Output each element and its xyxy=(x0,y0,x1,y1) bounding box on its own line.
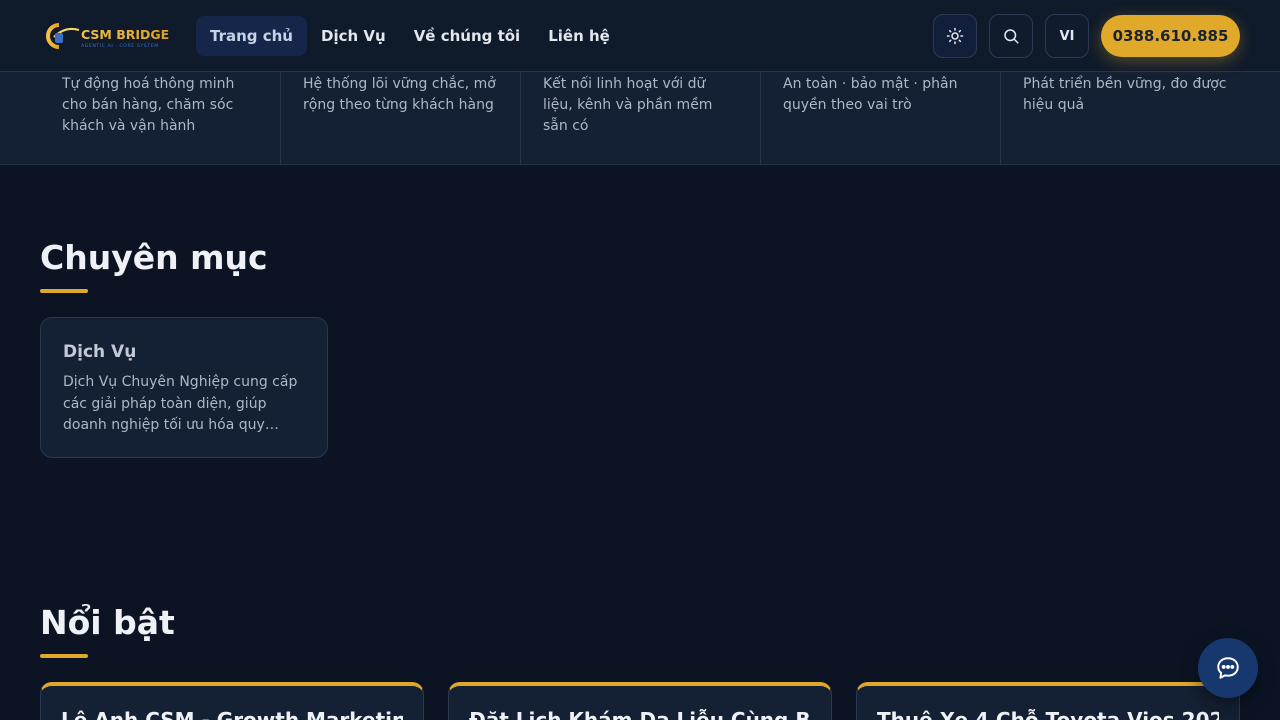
nav-item-about[interactable]: Về chúng tôi xyxy=(400,16,535,56)
post-card[interactable]: Đặt Lịch Khám Da Liễu Cùng Bác Sĩ xyxy=(448,682,832,720)
svg-text:AGENTIC AI · CORE SYSTEM: AGENTIC AI · CORE SYSTEM xyxy=(81,43,159,49)
chat-button[interactable] xyxy=(1198,638,1258,698)
section-underline xyxy=(40,289,88,293)
category-title: Dịch Vụ xyxy=(63,342,137,362)
search-button[interactable] xyxy=(989,14,1033,58)
featured-title: Nổi bật xyxy=(40,603,175,642)
feature-desc: Tự động hoá thông minh cho bán hàng, chă… xyxy=(62,76,235,134)
category-desc: Dịch Vụ Chuyên Nghiệp cung cấp các giải … xyxy=(63,374,298,433)
chat-bubble-icon xyxy=(1217,657,1239,679)
sun-icon xyxy=(946,27,964,45)
brand-logo[interactable]: CSM BRIDGE AGENTIC AI · CORE SYSTEM xyxy=(45,22,169,50)
feature-desc: An toàn · bảo mật · phân quyền theo vai … xyxy=(783,76,958,113)
section-underline xyxy=(40,654,88,658)
phone-call-button[interactable]: 0388.610.885 xyxy=(1101,15,1240,57)
site-header: CSM BRIDGE AGENTIC AI · CORE SYSTEM Tran… xyxy=(0,0,1280,72)
language-button[interactable]: VI xyxy=(1045,14,1089,58)
nav-item-services[interactable]: Dịch Vụ xyxy=(307,16,400,56)
post-card[interactable]: Lê Anh CSM - Growth Marketing xyxy=(40,682,424,720)
theme-toggle-button[interactable] xyxy=(933,14,977,58)
feature-desc: Kết nối linh hoạt với dữ liệu, kênh và p… xyxy=(543,76,713,134)
main-nav: Trang chủ Dịch Vụ Về chúng tôi Liên hệ xyxy=(196,16,624,56)
search-icon xyxy=(1004,29,1019,44)
categories-title: Chuyên mục xyxy=(40,238,268,277)
feature-desc: Phát triển bền vững, đo được hiệu quả xyxy=(1023,76,1227,113)
post-card[interactable]: Thuê Xe 4 Chỗ Toyota Vios 2022, Tự xyxy=(856,682,1240,720)
svg-text:CSM BRIDGE: CSM BRIDGE xyxy=(81,27,169,42)
category-card[interactable]: Dịch Vụ Dịch Vụ Chuyên Nghiệp cung cấp c… xyxy=(40,317,328,458)
feature-desc: Hệ thống lõi vững chắc, mở rộng theo từn… xyxy=(303,76,496,113)
post-title: Lê Anh CSM - Growth Marketing xyxy=(61,708,403,720)
post-title: Thuê Xe 4 Chỗ Toyota Vios 2022, Tự xyxy=(877,708,1219,720)
nav-item-home[interactable]: Trang chủ xyxy=(196,16,307,56)
nav-item-contact[interactable]: Liên hệ xyxy=(534,16,624,56)
post-title: Đặt Lịch Khám Da Liễu Cùng Bác Sĩ xyxy=(469,708,811,720)
